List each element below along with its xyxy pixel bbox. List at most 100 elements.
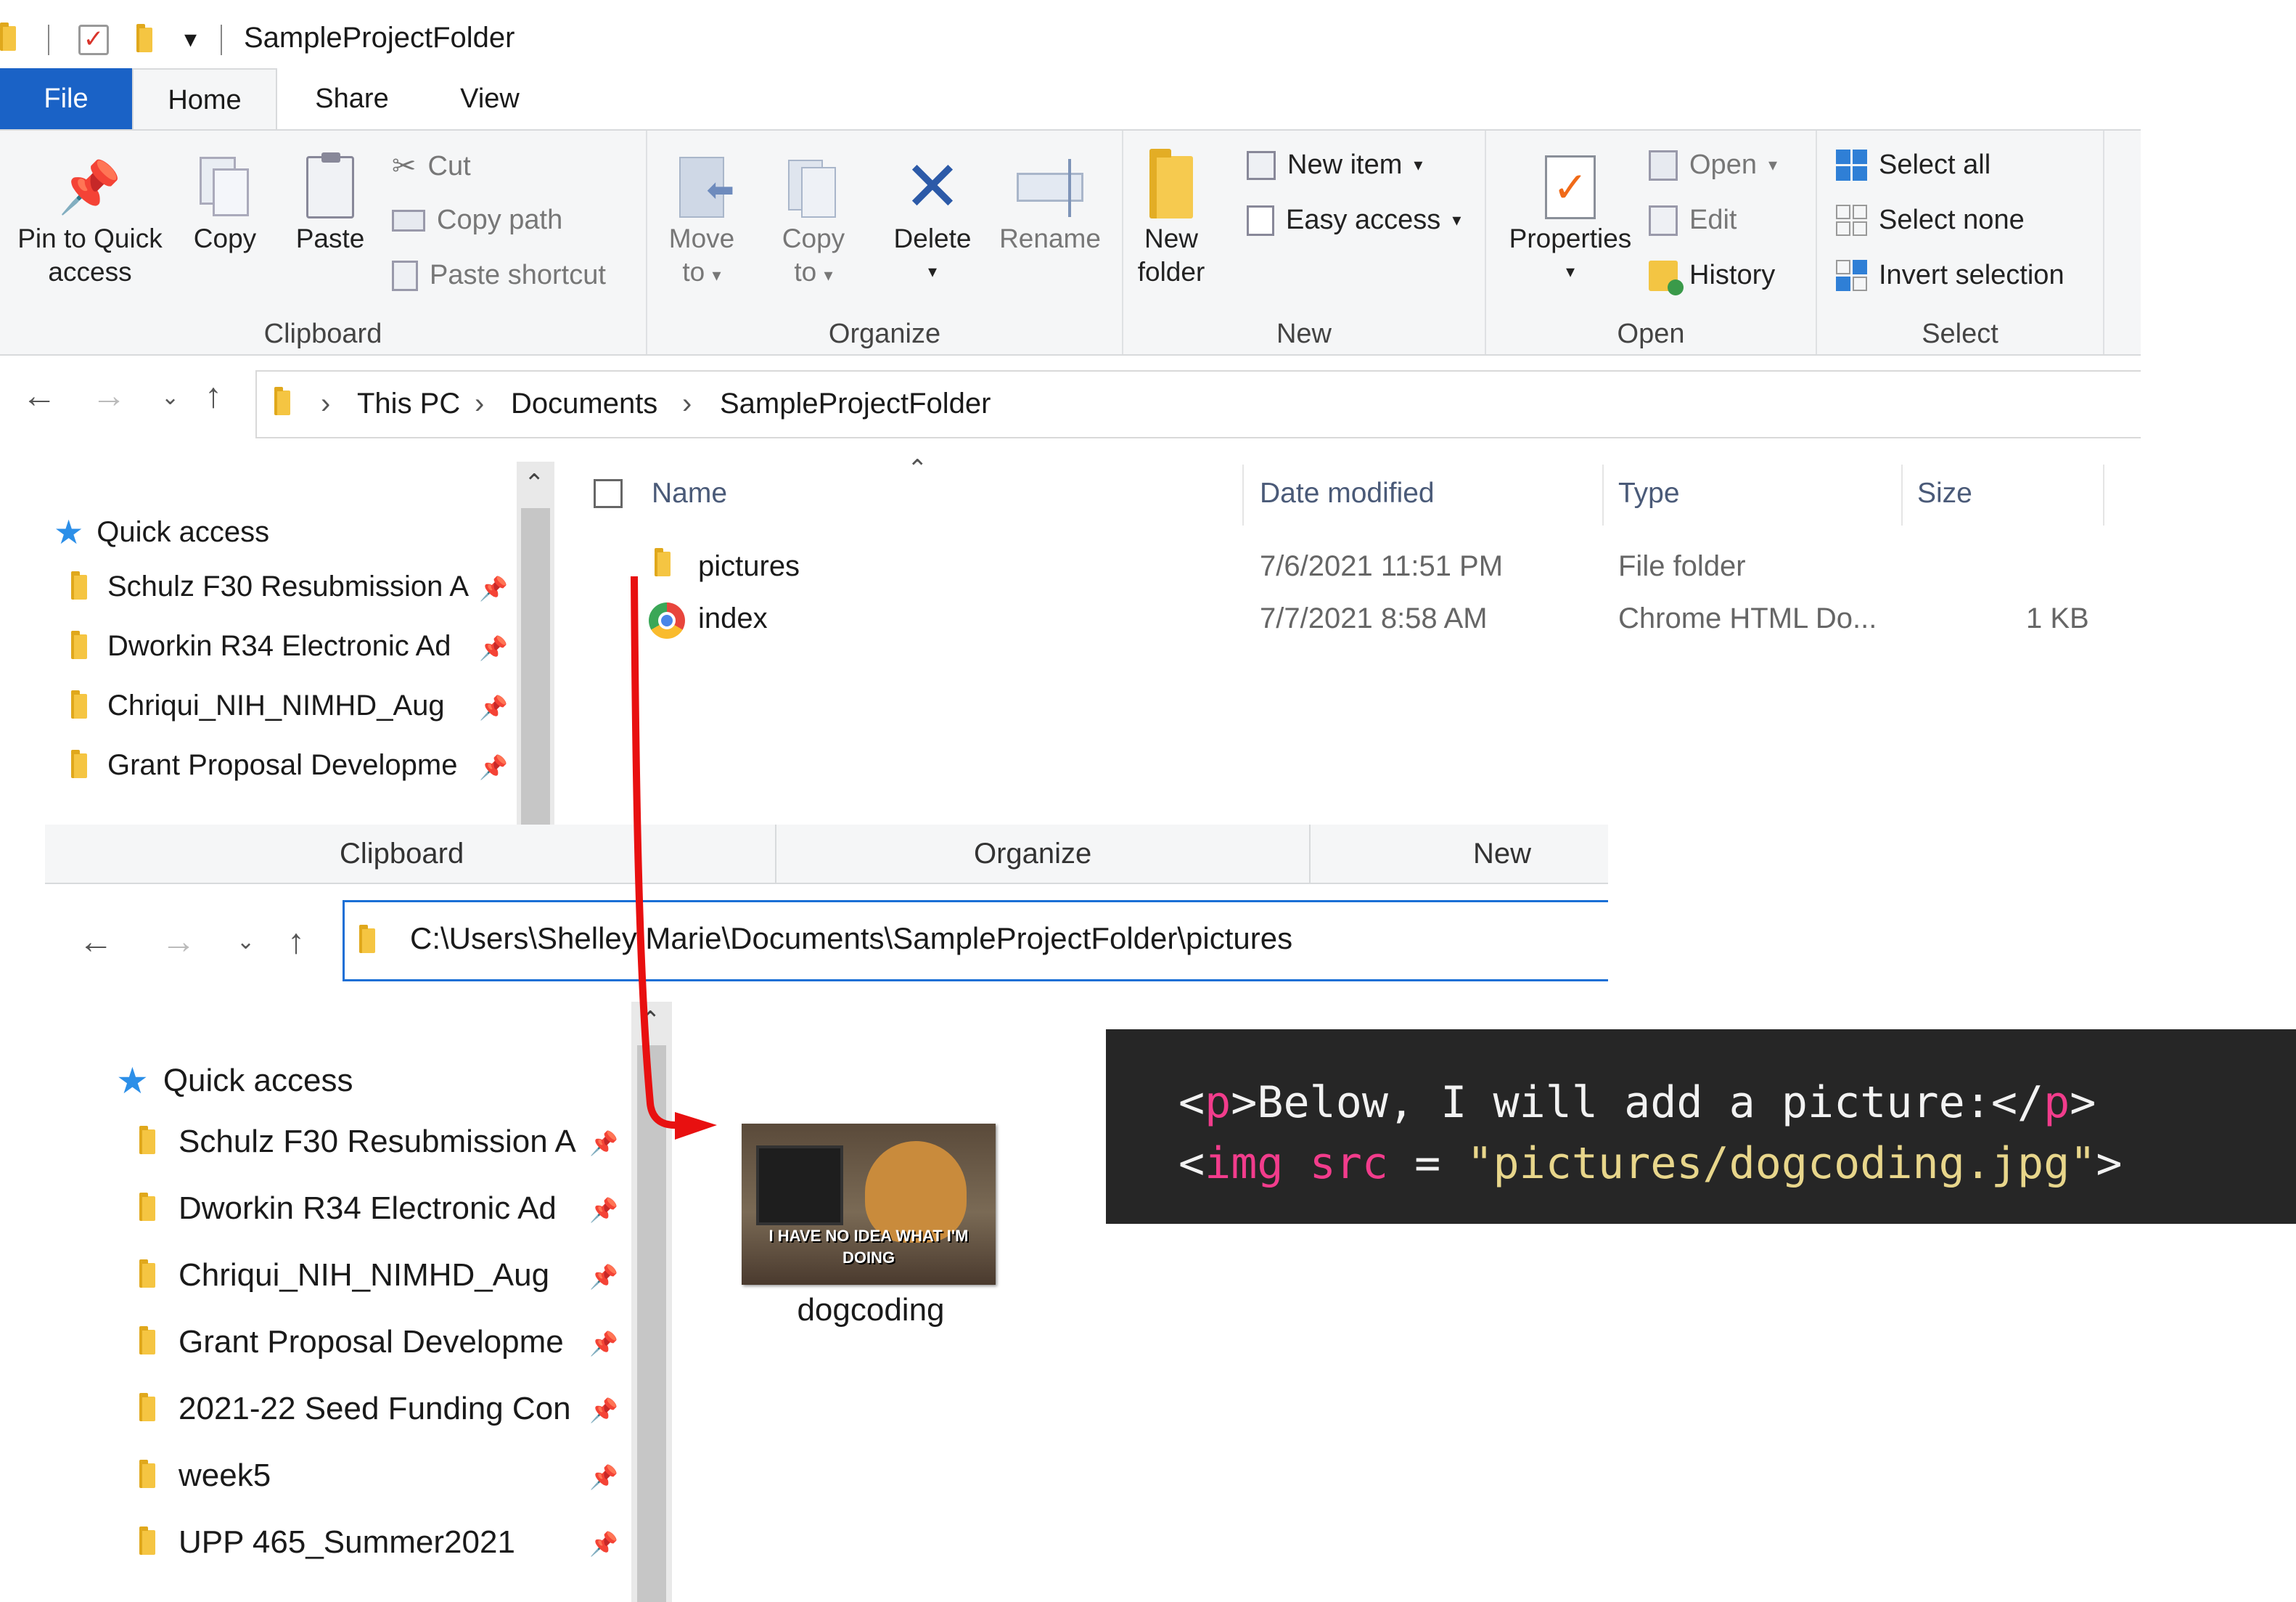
file-row-pictures[interactable]: pictures 7/6/2021 11:51 PM File folder <box>639 543 2112 594</box>
tab-file[interactable]: File <box>0 68 132 129</box>
nav-scrollbar[interactable]: ⌃ <box>517 462 554 825</box>
column-header-name[interactable]: Name <box>652 478 727 510</box>
forward-arrow-icon[interactable]: → <box>161 922 196 962</box>
edit-button[interactable]: Edit <box>1649 205 1737 236</box>
tab-home[interactable]: Home <box>132 68 277 131</box>
address-bar-editing[interactable]: C:\Users\Shelley Marie\Documents\SampleP… <box>343 900 1608 981</box>
cut-button[interactable]: ✂ Cut <box>392 150 471 183</box>
easy-access-button[interactable]: Easy access ▾ <box>1247 205 1461 236</box>
select-all-checkbox[interactable] <box>594 479 623 508</box>
new-item-button[interactable]: New item ▾ <box>1247 150 1422 181</box>
column-separator[interactable] <box>1242 465 1244 526</box>
paste-button[interactable]: Paste <box>283 152 377 256</box>
clipboard-group-label: Clipboard <box>340 838 464 870</box>
paste-shortcut-button[interactable]: Paste shortcut <box>392 260 606 291</box>
column-separator[interactable] <box>1901 465 1903 526</box>
nav-item-upp465[interactable]: UPP 465_Summer2021 <box>139 1524 515 1561</box>
invert-selection-button[interactable]: Invert selection <box>1836 260 2065 291</box>
copy-path-button[interactable]: Copy path <box>392 205 562 236</box>
select-all-label: Select all <box>1879 150 1991 180</box>
nav-item-seed-funding[interactable]: 2021-22 Seed Funding Con <box>139 1391 571 1427</box>
rename-icon <box>996 152 1104 222</box>
file-type: File folder <box>1618 550 1746 582</box>
nav-item-week5[interactable]: week5 <box>139 1458 271 1494</box>
code-line-1: <p>Below, I will add a picture:</p> <box>1178 1077 2096 1128</box>
select-all-icon <box>1836 150 1867 181</box>
column-separator[interactable] <box>1602 465 1604 526</box>
scroll-up-icon[interactable]: ⌃ <box>524 469 545 498</box>
breadcrumb-separator-icon: › <box>321 388 331 420</box>
nav-item-grant[interactable]: Grant Proposal Developme <box>139 1324 564 1360</box>
nav-item-schulz[interactable]: Schulz F30 Resubmission A <box>139 1124 576 1160</box>
rename-label: Rename <box>999 224 1101 253</box>
quick-access-item[interactable]: ★ Quick access <box>116 1060 353 1102</box>
nav-item-schulz[interactable]: Schulz F30 Resubmission A <box>71 571 469 603</box>
red-arrow-annotation <box>631 576 717 1140</box>
new-folder-button[interactable]: New folder <box>1128 149 1215 289</box>
select-none-button[interactable]: Select none <box>1836 205 2025 236</box>
forward-arrow-icon[interactable]: → <box>91 376 126 416</box>
navigation-bar: ← → ⌄ ↑ › This PC › Documents › SamplePr… <box>0 359 2141 451</box>
copy-to-button[interactable]: Copy to ▾ <box>774 152 853 293</box>
move-to-button[interactable]: ⬅ Move to ▾ <box>662 152 742 293</box>
scroll-thumb[interactable] <box>521 508 550 825</box>
column-header-date[interactable]: Date modified <box>1260 478 1435 510</box>
new-item-icon <box>1247 150 1276 180</box>
nav-item-dworkin[interactable]: Dworkin R34 Electronic Ad <box>71 630 451 663</box>
history-label: History <box>1689 260 1776 290</box>
breadcrumb-this-pc[interactable]: This PC <box>357 388 460 420</box>
paste-shortcut-label: Paste shortcut <box>430 260 606 290</box>
delete-button[interactable]: ✕ Delete ▾ <box>878 152 987 289</box>
column-separator[interactable] <box>2103 465 2104 526</box>
nav-item-label: Dworkin R34 Electronic Ad <box>107 630 451 662</box>
qat-dropdown-icon[interactable]: ▾ <box>184 25 197 54</box>
pin-icon: 📌 <box>479 576 508 602</box>
divider <box>775 825 776 883</box>
folder-icon <box>139 1126 155 1154</box>
open-button[interactable]: Open ▾ <box>1649 150 1777 181</box>
properties-button[interactable]: ✓ Properties ▾ <box>1498 152 1643 289</box>
nav-item-dworkin[interactable]: Dworkin R34 Electronic Ad <box>139 1190 557 1227</box>
chevron-down-icon: ▾ <box>1565 262 1575 282</box>
up-arrow-icon[interactable]: ↑ <box>205 376 222 416</box>
tab-share[interactable]: Share <box>290 68 414 129</box>
copy-button[interactable]: Copy <box>181 152 268 256</box>
organize-group-label: Organize <box>974 838 1092 870</box>
nav-item-chriqui[interactable]: Chriqui_NIH_NIMHD_Aug <box>71 690 445 722</box>
select-all-button[interactable]: Select all <box>1836 150 1990 181</box>
rename-button[interactable]: Rename <box>996 152 1104 256</box>
tab-view[interactable]: View <box>428 68 552 129</box>
arrow-head <box>675 1112 717 1140</box>
open-label: Open <box>1689 150 1757 180</box>
recent-chevron-down-icon[interactable]: ⌄ <box>237 929 255 955</box>
recent-chevron-down-icon[interactable]: ⌄ <box>161 385 179 410</box>
back-arrow-icon[interactable]: ← <box>78 922 113 962</box>
file-size: 1 KB <box>2026 602 2089 634</box>
nav-item-chriqui[interactable]: Chriqui_NIH_NIMHD_Aug <box>139 1257 549 1294</box>
easy-access-icon <box>1247 205 1274 236</box>
history-icon <box>1649 260 1684 295</box>
breadcrumb-documents[interactable]: Documents <box>511 388 657 420</box>
up-arrow-icon[interactable]: ↑ <box>287 922 305 962</box>
breadcrumb-sampleprojectfolder[interactable]: SampleProjectFolder <box>720 388 991 420</box>
new-folder-qat-icon[interactable] <box>136 24 152 52</box>
properties-qat-icon[interactable]: ✓ <box>78 25 109 55</box>
file-row-index[interactable]: index 7/7/2021 8:58 AM Chrome HTML Do...… <box>639 595 2112 646</box>
address-bar[interactable]: › This PC › Documents › SampleProjectFol… <box>255 370 2141 438</box>
monitor-shape <box>756 1145 843 1225</box>
column-header-type[interactable]: Type <box>1618 478 1680 510</box>
history-button[interactable]: History <box>1649 260 1776 295</box>
column-header-size[interactable]: Size <box>1917 478 1972 510</box>
nav-item-label: Dworkin R34 Electronic Ad <box>179 1190 557 1226</box>
back-arrow-icon[interactable]: ← <box>22 376 57 416</box>
pin-to-quick-access-button[interactable]: 📌 Pin to Quick access <box>4 152 176 289</box>
code-token: = <box>1388 1138 1467 1189</box>
open-icon <box>1649 150 1678 181</box>
move-label-line2: to <box>682 257 705 287</box>
nav-item-grant[interactable]: Grant Proposal Developme <box>71 749 457 782</box>
code-snippet-panel: <p>Below, I will add a picture:</p> <img… <box>1106 1029 2296 1224</box>
code-token: < <box>1178 1138 1205 1189</box>
file-tile-dogcoding[interactable]: I HAVE NO IDEA WHAT I'M DOING dogcoding <box>726 1118 1016 1350</box>
clipboard-group-label: Clipboard <box>263 319 382 349</box>
quick-access-item[interactable]: ★ Quick access <box>54 512 269 552</box>
